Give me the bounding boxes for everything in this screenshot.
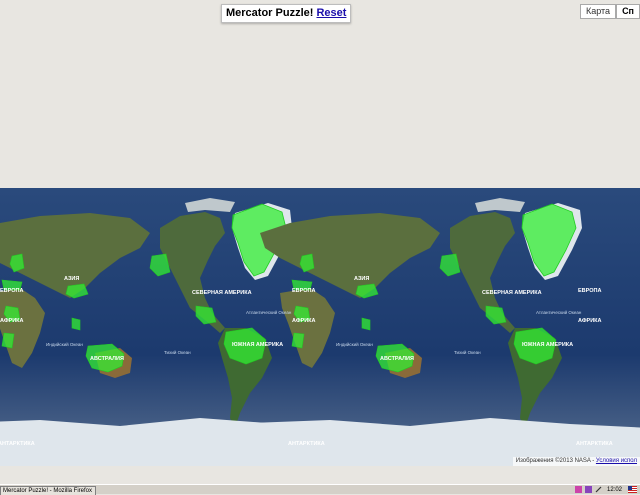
map-label-south-america: ЮЖНАЯ АМЕРИКА xyxy=(522,342,573,348)
map-label-south-america: ЮЖНАЯ АМЕРИКА xyxy=(232,342,283,348)
puzzle-title-box: Mercator Puzzle! Reset xyxy=(221,4,352,23)
language-flag-icon[interactable] xyxy=(628,486,637,493)
map-canvas[interactable]: Mercator Puzzle! Reset Карта Сп АЗИЯ АЗИ… xyxy=(0,0,640,484)
map-type-control: Карта Сп xyxy=(579,4,640,19)
map-attribution: Изображения ©2013 NASA - Условия испол xyxy=(512,457,640,466)
map-label-europe: ЕВРОПА xyxy=(292,288,315,294)
map-label-pacific: Тихий Океан xyxy=(164,349,191,355)
map-label-indian: Индийский Океан xyxy=(336,341,373,347)
map-label-antarctica: АНТАРКТИКА xyxy=(0,441,35,447)
map-label-indian: Индийский Океан xyxy=(46,341,83,347)
map-label-atlantic: Атлантический Океан xyxy=(246,309,292,315)
media-icon[interactable] xyxy=(584,486,592,493)
clock[interactable]: 12:02 xyxy=(607,487,622,493)
map-label-africa: АФРИКА xyxy=(0,318,24,324)
map-label-atlantic: Атлантический Океан xyxy=(536,309,582,315)
pen-icon[interactable] xyxy=(595,486,602,493)
map-type-map-button[interactable]: Карта xyxy=(579,4,617,19)
map-label-australia: АВСТРАЛИЯ xyxy=(380,356,414,362)
map-label-africa: АФРИКА xyxy=(578,318,602,324)
network-icon[interactable] xyxy=(574,486,582,493)
map-label-pacific: Тихий Океан xyxy=(454,349,481,355)
map-label-asia: АЗИЯ xyxy=(64,276,79,282)
satellite-map[interactable]: АЗИЯ АЗИЯ ЕВРОПА ЕВРОПА ЕВРОПА АФРИКА АФ… xyxy=(0,188,640,466)
map-label-australia: АВСТРАЛИЯ xyxy=(90,356,124,362)
map-type-satellite-button[interactable]: Сп xyxy=(616,4,640,19)
map-label-europe: ЕВРОПА xyxy=(0,288,23,294)
map-label-north-america: СЕВЕРНАЯ АМЕРИКА xyxy=(192,290,252,296)
map-label-africa: АФРИКА xyxy=(292,318,316,324)
puzzle-title: Mercator Puzzle! xyxy=(226,7,314,19)
terms-link[interactable]: Условия испол xyxy=(596,458,637,464)
map-label-antarctica: АНТАРКТИКА xyxy=(288,441,325,447)
attribution-text: Изображения ©2013 NASA - xyxy=(515,458,595,464)
reset-link[interactable]: Reset xyxy=(316,7,346,19)
map-label-antarctica: АНТАРКТИКА xyxy=(576,441,613,447)
taskbar-window-button[interactable]: Mercator Puzzle! - Mozilla Firefox xyxy=(0,486,96,495)
map-label-europe: ЕВРОПА xyxy=(578,288,601,294)
map-label-asia: АЗИЯ xyxy=(354,276,369,282)
map-label-north-america: СЕВЕРНАЯ АМЕРИКА xyxy=(482,290,542,296)
